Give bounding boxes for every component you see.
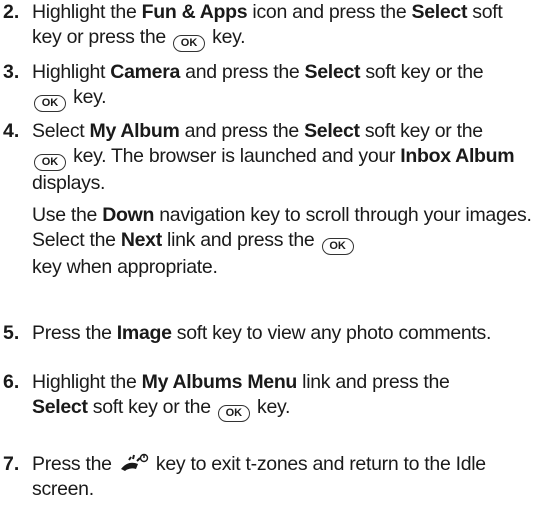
step-number: 3. <box>3 61 20 83</box>
ok-key-icon: OK <box>217 405 250 422</box>
ok-key-icon: OK <box>34 95 66 112</box>
step-text: Highlight Camera and press the Select so… <box>32 60 536 112</box>
select-label: Select <box>411 1 468 23</box>
end-power-key-icon <box>120 453 148 471</box>
step-number: 2. <box>3 1 20 23</box>
my-album-label: My Album <box>89 120 180 142</box>
step-text: Highlight the Fun & Apps icon and press … <box>32 0 536 52</box>
step-number: 6. <box>3 371 20 393</box>
select-label: Select <box>304 61 361 83</box>
step-text: Highlight the My Albums Menu link and pr… <box>32 370 536 422</box>
image-label: Image <box>116 322 172 344</box>
ok-key-icon: OK <box>321 238 354 255</box>
step-text: Use the Down navigation key to scroll th… <box>32 204 532 278</box>
inbox-album-label: Inbox Album <box>400 145 515 167</box>
next-label: Next <box>120 229 162 251</box>
step-text: Press the key to exit t-zones and return… <box>32 453 486 500</box>
step-number: 4. <box>3 120 20 142</box>
step-number: 5. <box>3 322 20 344</box>
ok-key-icon: OK <box>173 35 206 52</box>
step-text: Select My Album and press the Select sof… <box>32 120 515 194</box>
down-label: Down <box>102 204 155 226</box>
camera-label: Camera <box>110 61 181 83</box>
my-albums-menu-label: My Albums Menu <box>141 371 298 393</box>
fun-apps-label: Fun & Apps <box>141 1 248 23</box>
step-text: Press the Image soft key to view any pho… <box>32 322 492 344</box>
select-label: Select <box>32 396 88 418</box>
select-label: Select <box>304 120 360 142</box>
step-number: 7. <box>3 453 20 475</box>
ok-key-icon: OK <box>34 154 66 171</box>
instruction-document: 2. Highlight the Fun & Apps icon and pre… <box>0 0 538 522</box>
